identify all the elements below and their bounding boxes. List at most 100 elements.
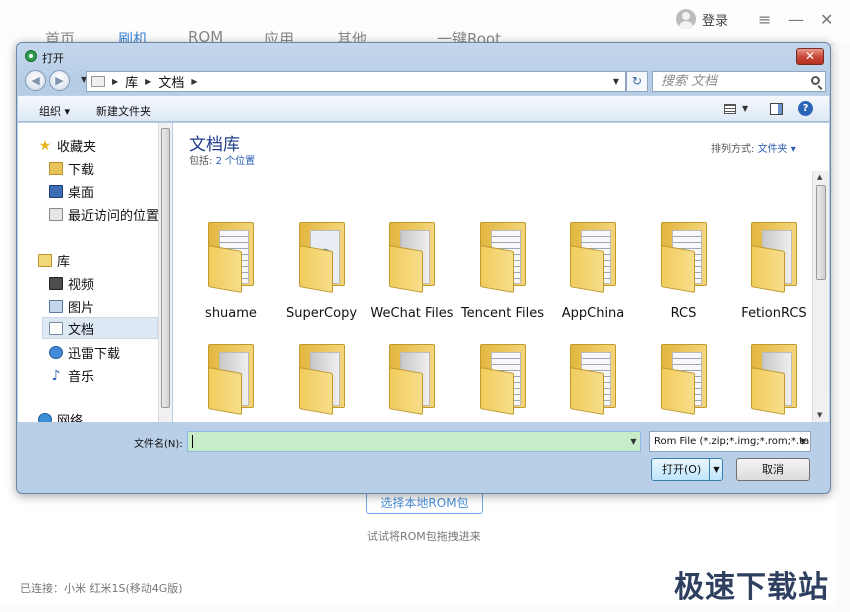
breadcrumb-libraries[interactable]: 库 xyxy=(125,72,138,91)
navigation-pane: ★ 收藏夹 下载 桌面 最近访问的位置 库 视频 图片 文档 迅雷下载 ♪ 音乐… xyxy=(18,123,158,422)
filename-dropdown-icon[interactable]: ▼ xyxy=(626,432,641,451)
folder-front xyxy=(660,367,695,415)
folder-front xyxy=(298,367,333,415)
scroll-down-icon[interactable]: ▼ xyxy=(817,411,822,419)
address-bar[interactable]: ▶ 库 ▶ 文档 ▶ ▼ xyxy=(86,71,626,92)
nav-item-documents[interactable]: 文档 xyxy=(42,317,158,339)
help-icon[interactable]: ? xyxy=(798,101,813,116)
folder-front xyxy=(660,245,695,293)
forward-button[interactable]: ▶ xyxy=(49,70,70,91)
nav-item-libraries[interactable]: 库 xyxy=(38,251,70,270)
connection-status: 已连接：小米 红米1S(移动4G版) xyxy=(20,582,183,595)
folder-front xyxy=(298,245,333,293)
file-scroll-thumb[interactable] xyxy=(816,185,826,280)
organize-menu-button[interactable]: 组织 ▾ xyxy=(39,103,70,119)
recent-places-icon xyxy=(49,208,63,221)
includes-label: 包括: xyxy=(189,156,213,167)
minimize-icon[interactable]: — xyxy=(788,10,804,29)
nav-item-network[interactable]: 网络 xyxy=(38,410,83,422)
folder-front xyxy=(570,367,604,415)
new-folder-button[interactable]: 新建文件夹 xyxy=(96,103,151,119)
search-input[interactable]: 搜索 文档 xyxy=(652,71,826,92)
xunlei-icon xyxy=(49,346,63,359)
folder-icon xyxy=(298,344,347,415)
pictures-icon xyxy=(49,300,63,313)
change-view-icon[interactable] xyxy=(724,104,736,114)
desktop-icon xyxy=(49,185,63,198)
folder-front xyxy=(389,245,423,293)
filter-dropdown-icon[interactable]: ▼ xyxy=(800,432,806,451)
open-file-dialog: 打开 ✕ ◀ ▶ ▼ ▶ 库 ▶ 文档 ▶ ▼ ↻ 搜索 文档 组织 ▾ 新建文… xyxy=(16,42,831,494)
chevron-right-icon[interactable]: ▶ xyxy=(145,77,151,86)
address-row: ◀ ▶ ▼ ▶ 库 ▶ 文档 ▶ ▼ ↻ 搜索 文档 xyxy=(17,68,830,94)
nav-label: 迅雷下载 xyxy=(68,347,121,362)
nav-label: 图片 xyxy=(68,301,95,316)
folder-icon xyxy=(298,222,347,293)
nav-item-pictures[interactable]: 图片 xyxy=(49,297,94,316)
folder-icon xyxy=(570,222,618,293)
back-button[interactable]: ◀ xyxy=(25,70,46,91)
nav-pane-scrollbar[interactable] xyxy=(158,123,172,422)
nav-scroll-thumb[interactable] xyxy=(161,128,170,408)
user-avatar-icon xyxy=(676,9,696,29)
filename-input[interactable] xyxy=(187,431,641,452)
app-left-strip xyxy=(0,44,15,604)
address-dropdown-icon[interactable]: ▼ xyxy=(613,77,619,86)
chevron-right-icon[interactable]: ▶ xyxy=(191,77,197,86)
app-close-icon[interactable]: ✕ xyxy=(820,10,833,29)
folder-icon xyxy=(479,344,528,415)
folder-icon xyxy=(751,344,799,415)
search-icon[interactable] xyxy=(811,76,820,85)
nav-item-downloads[interactable]: 下载 xyxy=(49,159,94,178)
nav-item-desktop[interactable]: 桌面 xyxy=(49,182,94,201)
nav-item-videos[interactable]: 视频 xyxy=(49,274,94,293)
file-type-filter[interactable]: Rom File (*.zip;*.img;*.rom;*.tar) ▼ xyxy=(649,431,811,452)
folder-front xyxy=(479,367,514,415)
folder-label: RCS xyxy=(670,306,697,321)
nav-label: 收藏夹 xyxy=(57,140,97,155)
watermark-text: 极速下载站 xyxy=(674,570,829,605)
includes-locations-link[interactable]: 2 个位置 xyxy=(216,156,256,167)
folder-icon xyxy=(208,344,256,415)
text-caret xyxy=(192,435,193,448)
scroll-up-icon[interactable]: ▲ xyxy=(817,173,822,181)
login-button[interactable]: 登录 xyxy=(676,9,728,29)
refresh-button[interactable]: ↻ xyxy=(626,71,648,92)
folder-label: shuame xyxy=(205,306,257,321)
nav-item-music[interactable]: ♪ 音乐 xyxy=(49,366,94,386)
folder-label: Tencent Files xyxy=(460,306,545,321)
folder-label: AppChina xyxy=(561,306,625,321)
breadcrumb-documents[interactable]: 文档 xyxy=(158,72,184,91)
chevron-right-icon[interactable]: ▶ xyxy=(112,77,118,86)
nav-label: 库 xyxy=(57,255,71,270)
folder-label: FetionRCS xyxy=(741,306,807,321)
cancel-button[interactable]: 取消 xyxy=(736,458,810,481)
nav-item-recent[interactable]: 最近访问的位置 xyxy=(49,205,158,224)
nav-label: 桌面 xyxy=(68,186,95,201)
preview-pane-icon[interactable] xyxy=(770,103,783,115)
nav-item-xunlei[interactable]: 迅雷下载 xyxy=(49,343,120,362)
nav-label: 最近访问的位置 xyxy=(68,209,158,224)
nav-item-favorites[interactable]: ★ 收藏夹 xyxy=(38,136,97,156)
folder-icon xyxy=(208,222,256,293)
arrange-dropdown[interactable]: 文件夹 ▾ xyxy=(758,144,796,155)
documents-icon xyxy=(49,321,63,335)
select-local-rom-button[interactable]: 选择本地ROM包 xyxy=(366,492,483,514)
folder-label: SuperCopy xyxy=(285,306,358,321)
file-list-scrollbar[interactable]: ▲ ▼ xyxy=(812,171,829,422)
folder-front xyxy=(208,245,242,293)
open-options-dropdown[interactable]: ▼ xyxy=(709,458,723,481)
nav-label: 下载 xyxy=(68,163,95,178)
music-note-icon: ♪ xyxy=(51,367,61,384)
app-logo-icon xyxy=(25,50,37,62)
folder-front xyxy=(570,245,604,293)
filter-value: Rom File (*.zip;*.img;*.rom;*.tar) xyxy=(654,436,811,447)
folder-front xyxy=(751,245,785,293)
view-dropdown-icon[interactable]: ▼ xyxy=(742,104,748,113)
dialog-close-button[interactable]: ✕ xyxy=(796,48,824,65)
arrange-by: 排列方式: 文件夹 ▾ xyxy=(711,140,796,155)
menu-icon[interactable]: ≡ xyxy=(758,10,771,29)
dialog-title: 打开 xyxy=(42,52,64,65)
nav-label: 网络 xyxy=(57,414,84,422)
dialog-titlebar[interactable]: 打开 ✕ xyxy=(17,43,830,69)
